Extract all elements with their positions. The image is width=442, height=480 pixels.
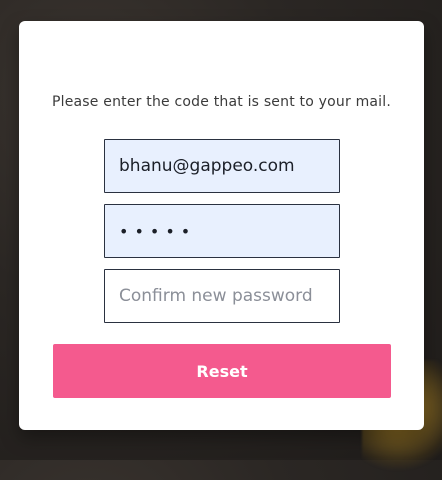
email-field[interactable] xyxy=(104,139,340,193)
password-field[interactable] xyxy=(104,204,340,258)
reset-password-modal: Please enter the code that is sent to yo… xyxy=(19,21,424,430)
reset-button[interactable]: Reset xyxy=(53,344,391,398)
confirm-password-field[interactable] xyxy=(104,269,340,323)
instruction-text: Please enter the code that is sent to yo… xyxy=(51,94,392,110)
